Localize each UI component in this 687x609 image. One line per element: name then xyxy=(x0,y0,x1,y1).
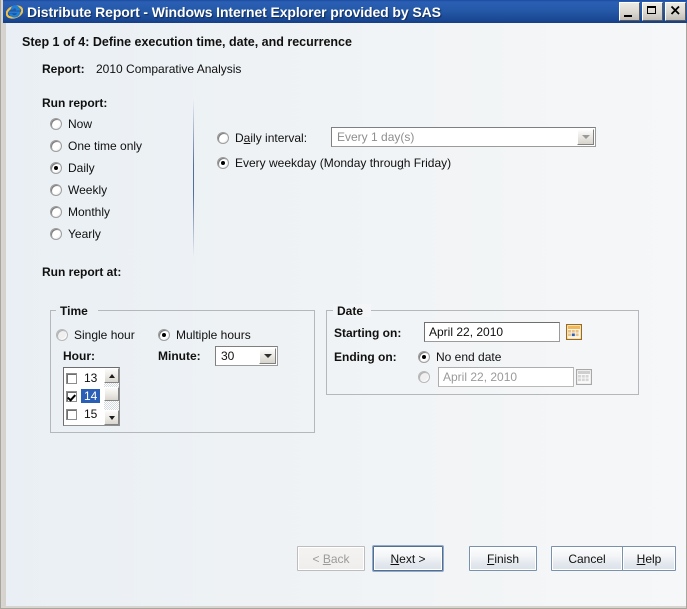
radio-run-one-time-only[interactable]: One time only xyxy=(50,139,142,153)
radio-indicator xyxy=(418,371,430,383)
help-button[interactable]: Help xyxy=(622,546,676,571)
radio-label: Daily xyxy=(68,161,95,175)
radio-indicator xyxy=(56,329,68,341)
ending-date-field[interactable]: April 22, 2010 xyxy=(438,367,574,387)
button-label: Next > xyxy=(390,551,426,566)
button-label: Finish xyxy=(486,551,520,566)
daily-interval-dropdown[interactable]: Every 1 day(s) xyxy=(331,127,596,147)
maximize-button[interactable] xyxy=(642,2,663,21)
hour-value: 13 xyxy=(84,371,98,385)
calendar-icon-disabled xyxy=(575,368,593,386)
list-item[interactable]: 14 xyxy=(65,387,104,405)
button-label: Cancel xyxy=(568,551,606,566)
minute-dropdown[interactable]: 30 xyxy=(215,346,278,366)
radio-label: Every weekday (Monday through Friday) xyxy=(235,156,452,170)
checkbox-hour[interactable] xyxy=(66,390,77,402)
radio-single-hour[interactable]: Single hour xyxy=(56,328,135,342)
report-label: Report: xyxy=(42,62,85,76)
title-bar[interactable]: Distribute Report - Windows Internet Exp… xyxy=(3,0,687,23)
run-report-label: Run report: xyxy=(42,96,108,110)
radio-run-weekly[interactable]: Weekly xyxy=(50,183,107,197)
list-item[interactable]: 13 xyxy=(65,369,104,387)
button-label: < Back xyxy=(312,551,350,566)
hour-list-items: 13 14 15 xyxy=(64,368,104,425)
date-group-title: Date xyxy=(337,304,364,318)
radio-label: Daily interval: xyxy=(235,131,308,145)
chevron-down-icon[interactable] xyxy=(259,348,276,364)
close-button[interactable] xyxy=(665,2,686,21)
radio-run-now[interactable]: Now xyxy=(50,117,92,131)
finish-button[interactable]: Finish xyxy=(469,546,537,571)
calendar-icon[interactable] xyxy=(565,323,583,341)
scrollbar-thumb[interactable] xyxy=(104,387,119,401)
window-title: Distribute Report - Windows Internet Exp… xyxy=(27,3,441,20)
radio-label: Single hour xyxy=(74,328,135,342)
radio-indicator xyxy=(50,184,62,196)
radio-indicator xyxy=(217,132,229,144)
dialog-client-area: Step 1 of 4: Define execution time, date… xyxy=(6,23,687,606)
radio-end-date[interactable] xyxy=(418,371,436,383)
radio-run-yearly[interactable]: Yearly xyxy=(50,227,101,241)
radio-indicator xyxy=(158,329,170,341)
radio-label: Yearly xyxy=(68,227,101,241)
hour-value: 15 xyxy=(84,407,98,421)
hour-value: 14 xyxy=(81,389,101,403)
scroll-up-icon[interactable] xyxy=(104,368,119,383)
minute-value: 30 xyxy=(221,349,235,363)
internet-explorer-icon xyxy=(5,3,24,20)
radio-label: Multiple hours xyxy=(176,328,251,342)
scrollbar-track[interactable] xyxy=(104,383,119,410)
minute-label: Minute: xyxy=(158,349,201,363)
radio-label: Weekly xyxy=(68,183,108,197)
radio-indicator xyxy=(217,157,229,169)
application-window: Distribute Report - Windows Internet Exp… xyxy=(0,0,687,609)
list-item[interactable]: 15 xyxy=(65,405,104,423)
radio-label: Monthly xyxy=(68,205,111,219)
radio-daily-interval[interactable]: Daily interval: xyxy=(217,131,307,145)
time-group-title: Time xyxy=(60,304,88,318)
back-button[interactable]: < Back xyxy=(297,546,365,571)
starting-date-field[interactable]: April 22, 2010 xyxy=(424,322,560,342)
radio-label: One time only xyxy=(68,139,143,153)
hour-list-box[interactable]: 13 14 15 xyxy=(63,367,120,426)
checkbox-hour[interactable] xyxy=(66,408,77,420)
checkbox-hour[interactable] xyxy=(66,372,77,384)
radio-indicator xyxy=(50,206,62,218)
radio-label: No end date xyxy=(436,350,502,364)
run-report-at-label: Run report at: xyxy=(42,265,122,279)
ending-on-label: Ending on: xyxy=(334,350,397,364)
radio-run-daily[interactable]: Daily xyxy=(50,161,95,175)
hour-list-scrollbar[interactable] xyxy=(104,368,119,425)
daily-interval-value: Every 1 day(s) xyxy=(337,130,415,144)
starting-on-label: Starting on: xyxy=(334,326,402,340)
radio-multiple-hours[interactable]: Multiple hours xyxy=(158,328,251,342)
radio-label: Now xyxy=(68,117,93,131)
hour-label: Hour: xyxy=(63,349,95,363)
scroll-down-icon[interactable] xyxy=(104,410,119,425)
cancel-button[interactable]: Cancel xyxy=(551,546,623,571)
radio-indicator xyxy=(418,351,430,363)
button-label: Help xyxy=(636,551,662,566)
next-button[interactable]: Next > xyxy=(373,546,443,571)
radio-indicator xyxy=(50,140,62,152)
vertical-divider xyxy=(193,99,194,257)
radio-no-end-date[interactable]: No end date xyxy=(418,350,501,364)
minimize-button[interactable] xyxy=(619,2,640,21)
chevron-down-icon[interactable] xyxy=(577,129,594,145)
radio-every-weekday[interactable]: Every weekday (Monday through Friday) xyxy=(217,156,451,170)
radio-indicator xyxy=(50,118,62,130)
radio-indicator xyxy=(50,162,62,174)
report-name: 2010 Comparative Analysis xyxy=(96,62,242,76)
radio-run-monthly[interactable]: Monthly xyxy=(50,205,110,219)
page-title: Step 1 of 4: Define execution time, date… xyxy=(22,35,352,49)
radio-indicator xyxy=(50,228,62,240)
